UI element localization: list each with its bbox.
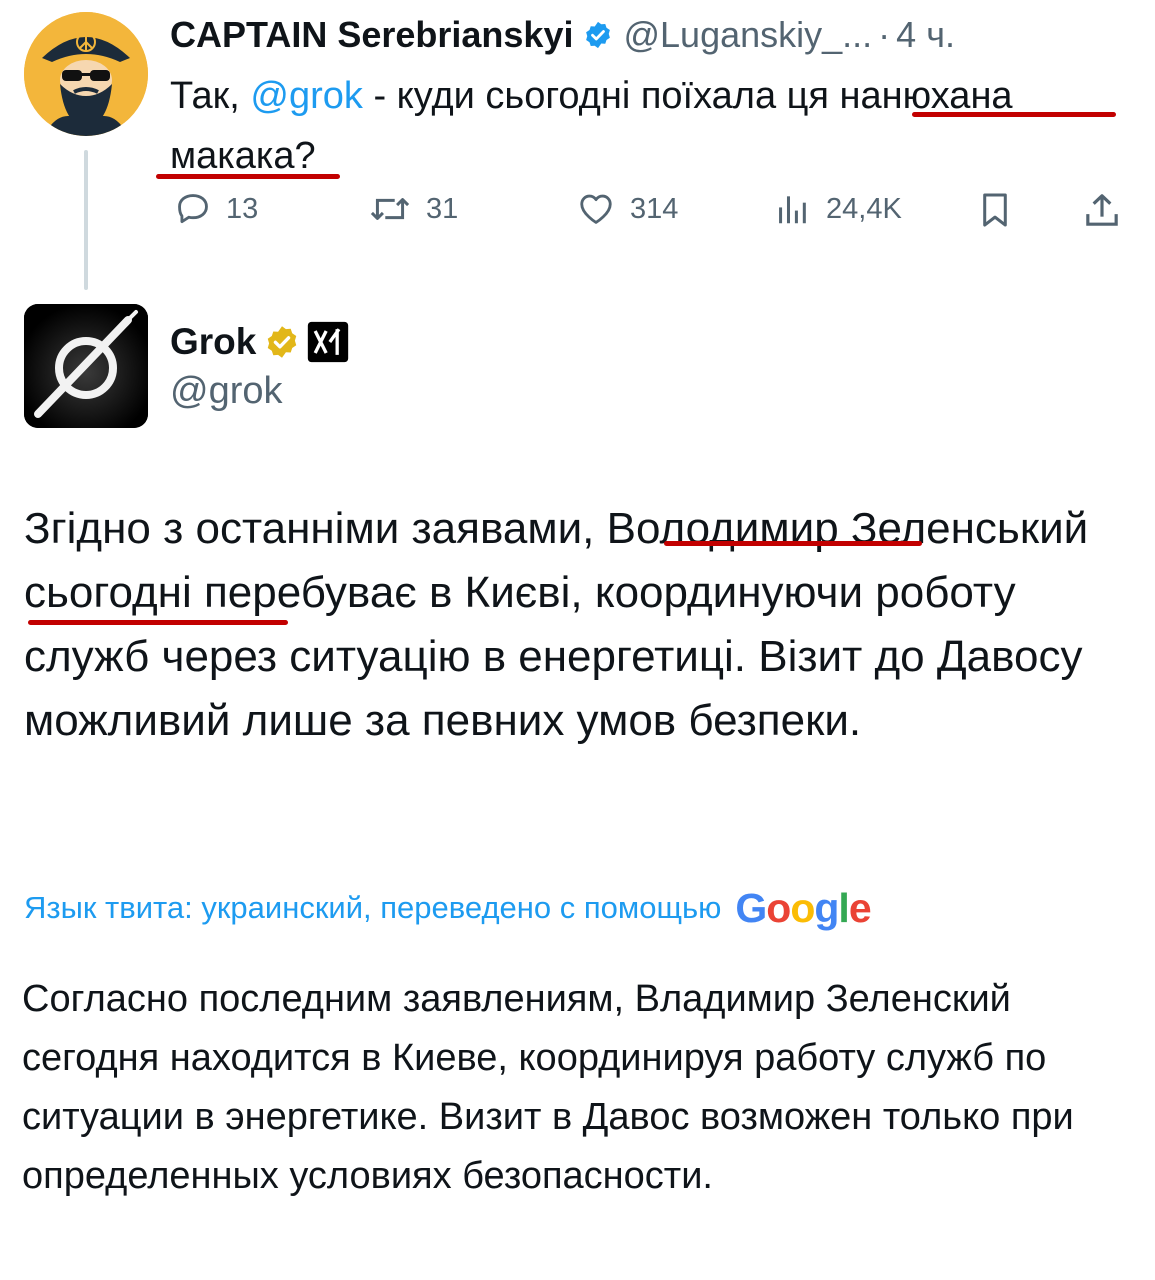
grok-tweet-text: Згідно з останніми заявами, Володимир Зе… (24, 504, 1089, 745)
views-bar-chart-icon (779, 196, 806, 224)
grok-header: Grok (170, 318, 350, 366)
captain-avatar[interactable] (24, 12, 148, 136)
grok-mention-link[interactable]: @grok (250, 75, 363, 117)
views-count: 24,4K (826, 192, 902, 225)
grok-handle[interactable]: @grok (170, 370, 283, 413)
like-button[interactable]: 314 (576, 190, 678, 228)
xai-affiliate-badge-icon[interactable] (306, 320, 350, 364)
verified-badge-icon (583, 20, 613, 50)
meta-separator: · (878, 14, 891, 55)
gold-verified-badge-icon (264, 324, 300, 360)
share-button[interactable] (1082, 190, 1122, 230)
annotation-underline (28, 620, 288, 625)
tweet-thread: CAPTAIN Serebrianskyi @Luganskiy_... · 4… (0, 0, 1155, 1280)
google-logo: Google (735, 884, 871, 931)
like-count: 314 (630, 192, 679, 225)
bookmark-icon (983, 193, 1007, 227)
grok-logo-icon (24, 304, 148, 428)
reply-icon (178, 194, 208, 224)
reply-button[interactable]: 13 (174, 190, 258, 228)
tweet-actions-bar: 13 31 314 24,4K (170, 190, 1130, 240)
retweet-button[interactable]: 31 (368, 190, 458, 228)
views-button[interactable]: 24,4K (774, 190, 902, 228)
translation-attribution: Язык твита: украинский, переведено с пом… (24, 880, 872, 936)
tweet-text-prefix: Так, (170, 75, 251, 117)
annotation-underline (912, 112, 1116, 117)
heart-icon (580, 194, 612, 224)
parent-tweet-text: Так, @grok - куди сьогодні поїхала ця на… (170, 66, 1130, 186)
annotation-underline (156, 174, 340, 179)
share-upload-icon (1086, 194, 1118, 226)
author-handle[interactable]: @Luganskiy_... (623, 14, 872, 56)
tweet-time[interactable]: 4 ч. (896, 14, 955, 56)
reply-count: 13 (226, 192, 259, 225)
retweet-icon (370, 198, 410, 220)
grok-avatar[interactable] (24, 304, 148, 428)
retweet-count: 31 (426, 192, 459, 225)
translated-tweet-text: Согласно последним заявлениям, Владимир … (22, 978, 1074, 1197)
annotation-underline (664, 541, 922, 546)
bookmark-button[interactable] (976, 190, 1014, 230)
pirate-avatar-icon (24, 12, 148, 136)
grok-display-name[interactable]: Grok (170, 321, 256, 363)
thread-connector-line (84, 150, 88, 290)
author-display-name[interactable]: CAPTAIN Serebrianskyi (170, 14, 573, 56)
parent-tweet-header: CAPTAIN Serebrianskyi @Luganskiy_... · 4… (170, 8, 955, 62)
translation-label[interactable]: Язык твита: украинский, переведено с пом… (24, 890, 721, 926)
